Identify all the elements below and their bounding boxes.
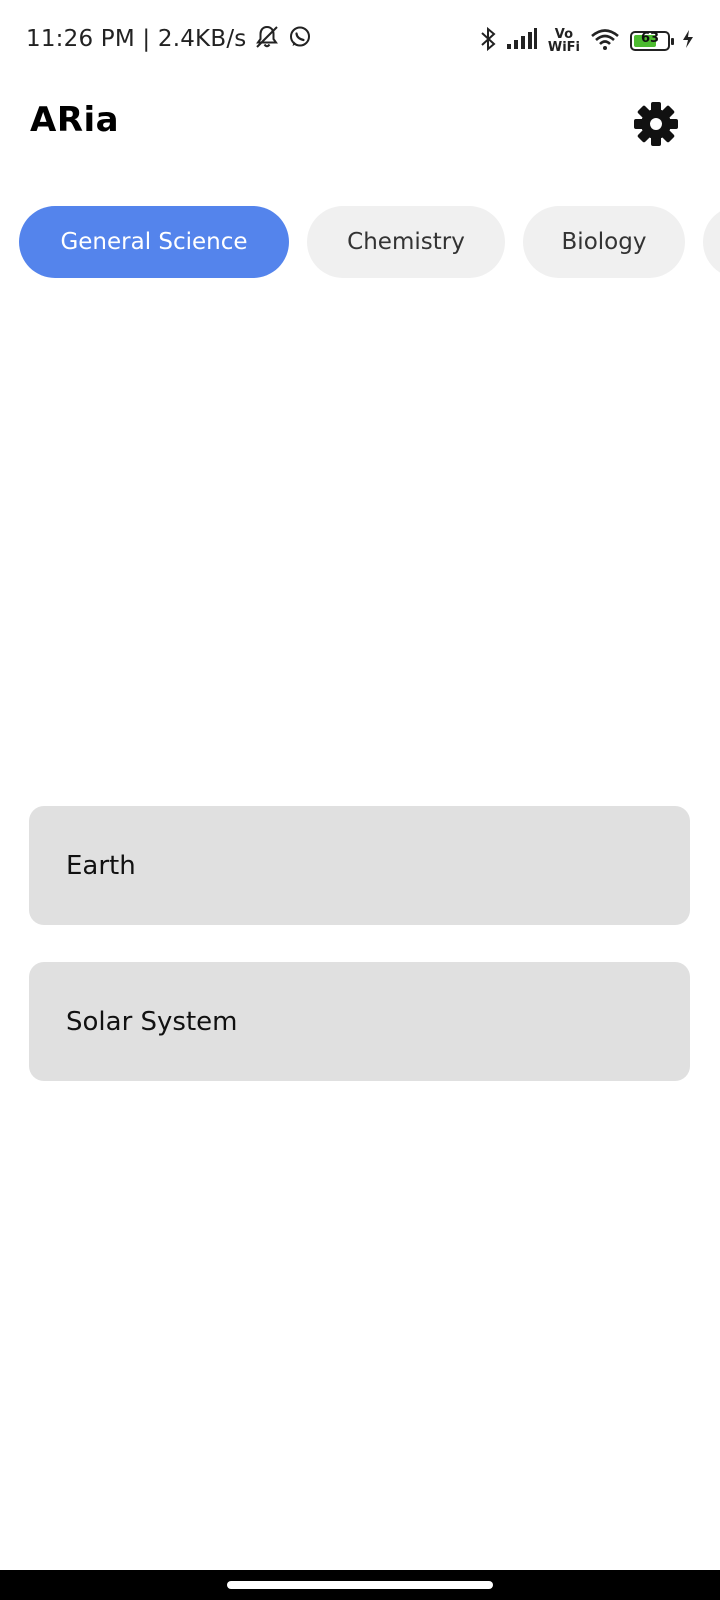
battery-icon: 63 bbox=[630, 31, 674, 51]
app-title: ARia bbox=[30, 100, 120, 140]
notifications-off-icon bbox=[254, 24, 280, 54]
vowifi-indicator: Vo WiFi bbox=[548, 28, 580, 54]
bluetooth-icon bbox=[480, 26, 496, 56]
tab-general-science[interactable]: General Science bbox=[19, 206, 289, 278]
topic-card-solar-system[interactable]: Solar System bbox=[29, 962, 690, 1081]
tab-label: Chemistry bbox=[347, 229, 465, 255]
home-indicator[interactable] bbox=[227, 1581, 493, 1589]
tab-label: Biology bbox=[561, 229, 647, 255]
tab-chemistry[interactable]: Chemistry bbox=[307, 206, 505, 278]
status-bar: 11:26 PM | 2.4KB/s Vo WiFi 63 bbox=[0, 0, 720, 84]
settings-button[interactable] bbox=[630, 100, 682, 152]
gear-icon bbox=[632, 100, 680, 152]
system-nav-bar bbox=[0, 1570, 720, 1600]
topic-card-earth[interactable]: Earth bbox=[29, 806, 690, 925]
vowifi-bottom-label: WiFi bbox=[547, 40, 580, 55]
wifi-icon bbox=[590, 27, 620, 55]
tab-more[interactable] bbox=[703, 206, 720, 278]
status-time-speed: 11:26 PM | 2.4KB/s bbox=[26, 26, 247, 52]
cellular-signal-icon bbox=[506, 28, 538, 54]
tab-label: General Science bbox=[60, 229, 248, 255]
whatsapp-icon bbox=[288, 25, 312, 53]
status-right: Vo WiFi 63 bbox=[480, 26, 694, 56]
battery-cap bbox=[671, 38, 674, 45]
category-tabs: General Science Chemistry Biology bbox=[0, 206, 720, 278]
status-left: 11:26 PM | 2.4KB/s bbox=[26, 24, 312, 54]
topic-label: Solar System bbox=[66, 1006, 238, 1037]
topic-label: Earth bbox=[66, 850, 136, 881]
tab-biology[interactable]: Biology bbox=[523, 206, 685, 278]
battery-level: 63 bbox=[640, 31, 660, 46]
charging-icon bbox=[682, 29, 694, 53]
